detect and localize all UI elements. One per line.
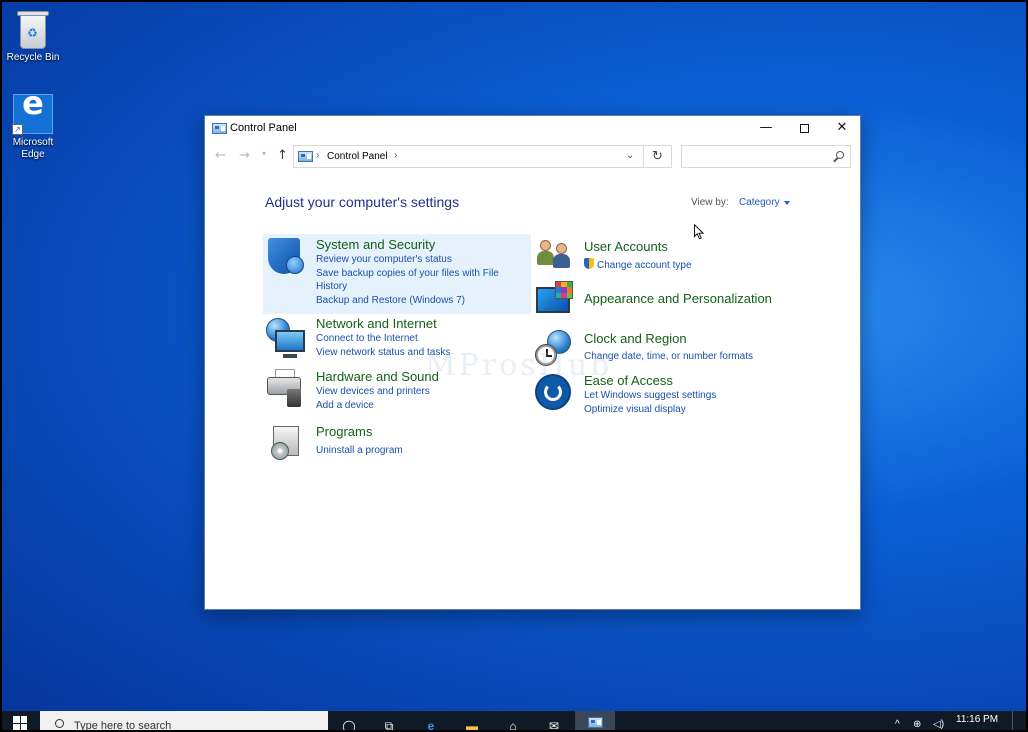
search-icon: [836, 151, 844, 159]
monitor-stand-icon: [283, 354, 297, 358]
store-bag-icon[interactable]: ⌂: [493, 711, 533, 732]
category-title[interactable]: Appearance and Personalization: [584, 291, 772, 306]
navigation-bar: ← → ▾ ↑ › Control Panel › ⌄ ↻: [205, 141, 860, 171]
color-palette-icon: [555, 281, 573, 299]
windows-start-icon[interactable]: [13, 716, 27, 730]
task-view-icon[interactable]: ⧉: [369, 711, 409, 732]
category-title[interactable]: Network and Internet: [316, 316, 437, 331]
mail-envelope-icon[interactable]: ✉: [534, 711, 574, 732]
category-title[interactable]: Clock and Region: [584, 331, 687, 346]
taskbar-search-placeholder: Type here to search: [74, 720, 172, 732]
watermark: MProsHub: [425, 348, 613, 383]
breadcrumb-control-panel[interactable]: Control Panel: [327, 151, 388, 162]
title-bar[interactable]: Control Panel — ✕: [205, 116, 860, 141]
mouse-pointer-icon: [694, 224, 704, 240]
category-system-and-security[interactable]: System and Security Review your computer…: [263, 234, 531, 314]
category-title[interactable]: User Accounts: [584, 239, 668, 254]
globe-icon: [286, 256, 304, 274]
disc-icon: [271, 442, 289, 460]
link-connect-internet[interactable]: Connect to the Internet: [316, 332, 418, 345]
category-programs[interactable]: Programs Uninstall a program: [263, 424, 531, 464]
control-panel-taskbar-icon[interactable]: [575, 711, 615, 732]
desktop-icon-label: Recycle Bin: [6, 52, 60, 63]
edge-browser-icon: e ↗: [12, 87, 53, 135]
link-save-backup-continued[interactable]: History: [316, 280, 347, 293]
link-change-account-type[interactable]: Change account type: [584, 258, 692, 272]
search-control-panel-input[interactable]: [681, 145, 851, 168]
forward-arrow-icon[interactable]: →: [239, 148, 250, 163]
breadcrumb-separator-icon[interactable]: ›: [394, 150, 397, 161]
file-explorer-icon[interactable]: ▬: [452, 711, 492, 732]
users-icon: [537, 240, 570, 268]
page-heading: Adjust your computer's settings: [265, 194, 460, 210]
speaker-icon: [287, 389, 301, 407]
control-panel-icon: [588, 717, 603, 728]
breadcrumb-separator-icon[interactable]: ›: [316, 150, 319, 161]
show-desktop-button[interactable]: [1012, 711, 1013, 732]
show-hidden-icons-chevron-icon[interactable]: ^: [895, 719, 900, 730]
control-panel-icon: [298, 151, 313, 162]
control-panel-icon: [212, 123, 227, 134]
taskbar: Type here to search ◯ ⧉ e ▬ ⌂ ✉ ^ ⊕ ◁) 1…: [0, 711, 1028, 732]
desktop-icon-label: Microsoft Edge: [12, 137, 54, 160]
recycle-bin-icon: ♻: [17, 9, 49, 49]
link-add-device[interactable]: Add a device: [316, 399, 374, 412]
search-icon: [55, 719, 64, 728]
link-uninstall-program[interactable]: Uninstall a program: [316, 444, 403, 457]
network-globe-tray-icon[interactable]: ⊕: [913, 719, 921, 730]
link-save-backup[interactable]: Save backup copies of your files with Fi…: [316, 267, 499, 280]
cortana-circle-icon[interactable]: ◯: [329, 711, 369, 732]
link-optimize-visual-display[interactable]: Optimize visual display: [584, 403, 686, 416]
category-appearance-and-personalization[interactable]: Appearance and Personalization: [533, 281, 793, 321]
desktop-icon-recycle-bin[interactable]: ♻ Recycle Bin: [0, 9, 66, 64]
link-windows-suggest-settings[interactable]: Let Windows suggest settings: [584, 389, 716, 402]
category-title[interactable]: Hardware and Sound: [316, 369, 439, 384]
category-title[interactable]: Programs: [316, 424, 372, 439]
recent-locations-chevron-icon[interactable]: ▾: [262, 149, 266, 158]
network-monitor-icon: [275, 330, 305, 352]
dropdown-caret-icon[interactable]: [784, 201, 790, 205]
link-devices-printers[interactable]: View devices and printers: [316, 385, 430, 398]
link-text[interactable]: Change account type: [597, 260, 692, 271]
taskbar-clock[interactable]: 11:16 PM: [956, 714, 998, 725]
security-shield-icon: [268, 238, 304, 274]
uac-shield-icon: [584, 258, 594, 269]
volume-speaker-icon[interactable]: ◁): [933, 719, 944, 730]
refresh-button[interactable]: ↻: [644, 145, 672, 168]
edge-taskbar-icon[interactable]: e: [411, 711, 451, 732]
maximize-button[interactable]: [785, 116, 823, 141]
address-dropdown-chevron-icon[interactable]: ⌄: [626, 150, 634, 161]
maximize-icon: [799, 124, 809, 133]
desktop-icon-microsoft-edge[interactable]: e ↗ Microsoft Edge: [0, 87, 66, 161]
link-review-status[interactable]: Review your computer's status: [316, 253, 452, 266]
back-arrow-icon[interactable]: ←: [215, 148, 226, 163]
close-button[interactable]: ✕: [823, 116, 861, 141]
up-arrow-icon[interactable]: ↑: [277, 148, 288, 163]
minimize-button[interactable]: —: [747, 116, 785, 141]
link-backup-restore[interactable]: Backup and Restore (Windows 7): [316, 294, 465, 307]
category-user-accounts[interactable]: User Accounts Change account type: [533, 236, 793, 276]
address-bar[interactable]: › Control Panel › ⌄: [293, 145, 644, 168]
control-panel-window: Control Panel — ✕ ← → ▾ ↑ › Control Pane…: [204, 115, 861, 610]
window-title: Control Panel: [230, 122, 297, 134]
category-title[interactable]: System and Security: [316, 237, 435, 252]
taskbar-search-box[interactable]: Type here to search: [40, 711, 328, 732]
shortcut-arrow-icon: ↗: [12, 124, 23, 135]
view-by-dropdown[interactable]: Category: [739, 197, 780, 208]
view-by-label: View by:: [691, 197, 729, 208]
